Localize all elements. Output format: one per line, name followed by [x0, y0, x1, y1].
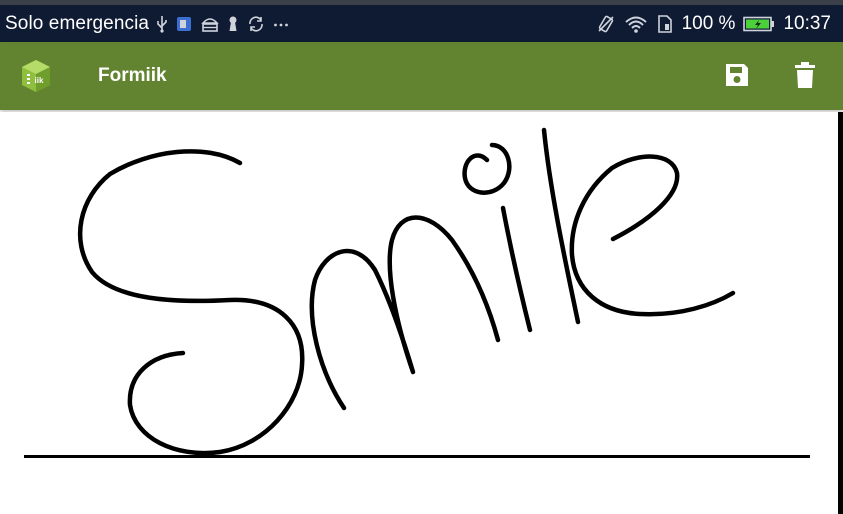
app-logo-icon: iik [20, 59, 52, 93]
app-title: Formiik [98, 65, 167, 86]
more-icon [273, 15, 289, 33]
battery-percent-text: 100 % [681, 12, 736, 34]
wifi-icon [624, 14, 648, 34]
app-bar: iik Formiik [0, 42, 843, 110]
handwriting-stroke-i [500, 205, 533, 333]
status-bar-left: Solo emergencia [5, 5, 289, 42]
handwriting-stroke-m [309, 215, 501, 411]
keyhole-icon [227, 15, 239, 33]
carrier-text: Solo emergencia [5, 12, 150, 34]
handwriting-stroke-s [77, 149, 305, 456]
battery-icon [743, 16, 775, 32]
signature-canvas[interactable] [0, 112, 838, 514]
screen-edge [838, 112, 843, 514]
android-debug-icon [200, 15, 220, 33]
status-bar: Solo emergencia 100 % 10:37 [0, 0, 843, 42]
clock-text: 10:37 [783, 12, 831, 34]
delete-button[interactable] [787, 59, 823, 95]
status-bar-right: 100 % 10:37 [596, 5, 831, 42]
save-icon [723, 61, 751, 94]
handwriting-drawing [77, 127, 736, 456]
handwriting-stroke-i-dot [462, 142, 512, 195]
signature-baseline [24, 455, 810, 458]
handwriting-stroke-e [569, 154, 736, 317]
screenshot-icon [175, 15, 193, 33]
trash-icon [793, 61, 817, 94]
vibrate-icon [596, 14, 616, 34]
usb-icon [156, 15, 168, 33]
svg-text:iik: iik [35, 76, 44, 85]
save-button[interactable] [719, 59, 755, 95]
sync-icon [246, 15, 266, 33]
sim-icon [656, 14, 674, 34]
